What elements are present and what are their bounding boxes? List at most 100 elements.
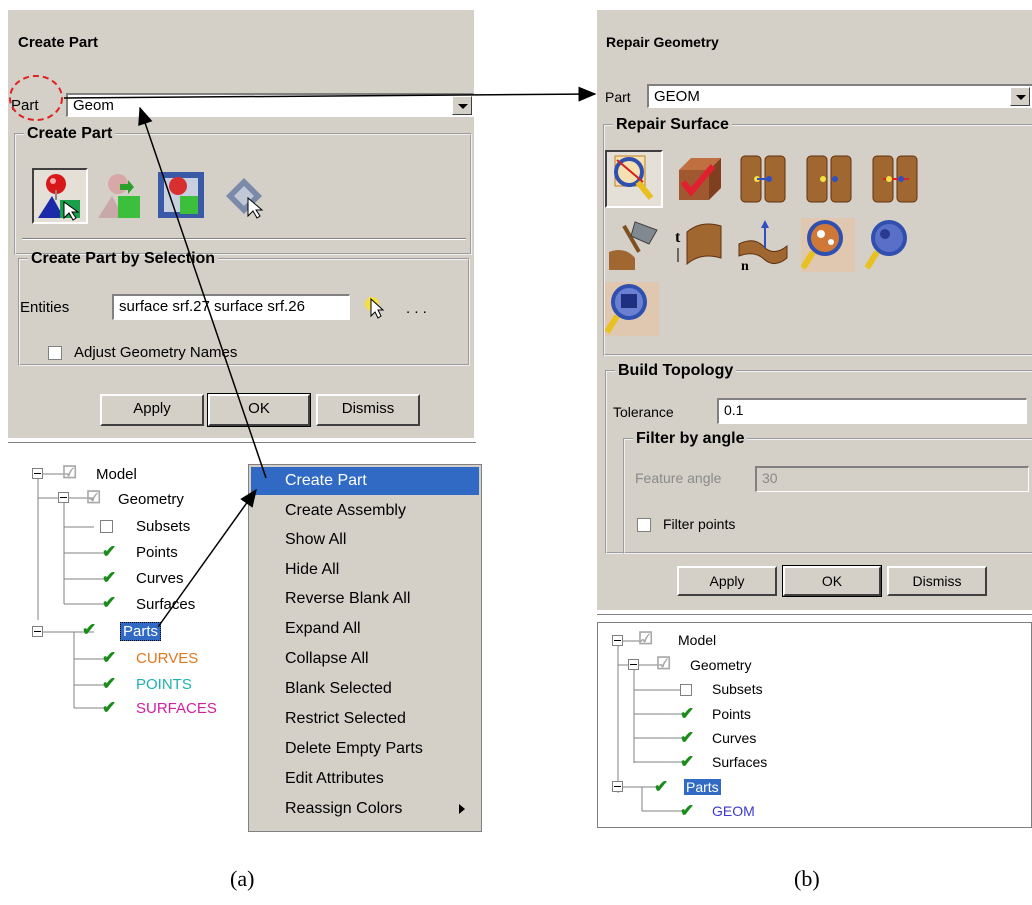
menu-item-show-all[interactable]: Show All bbox=[251, 526, 479, 554]
tree-node-surfaces[interactable]: Surfaces bbox=[712, 754, 767, 770]
menu-item-reassign-colors[interactable]: Reassign Colors bbox=[251, 795, 479, 823]
tree-node-curves[interactable]: Curves bbox=[712, 730, 756, 746]
remove-holes-icon[interactable] bbox=[863, 218, 917, 272]
menu-item-create-assembly[interactable]: Create Assembly bbox=[251, 497, 479, 525]
tree-node-part-curves[interactable]: CURVES bbox=[136, 650, 198, 667]
collapse-geometry-toggle[interactable] bbox=[628, 659, 639, 670]
points-check-icon[interactable]: ✔ bbox=[680, 704, 694, 724]
feature-angle-label: Feature angle bbox=[635, 470, 722, 486]
chevron-down-icon[interactable] bbox=[1010, 87, 1030, 106]
check-geometry-icon[interactable] bbox=[605, 150, 663, 208]
create-part-by-name-icon[interactable] bbox=[94, 170, 146, 222]
tree-node-subsets[interactable]: Subsets bbox=[136, 518, 190, 535]
curves-part-check-icon[interactable]: ✔ bbox=[102, 648, 116, 668]
create-part-by-window-icon[interactable] bbox=[156, 170, 208, 222]
geometry-check-icon[interactable]: ☑ bbox=[86, 488, 101, 508]
tree-node-points[interactable]: Points bbox=[712, 706, 751, 722]
reorient-normals-icon[interactable]: n bbox=[735, 218, 789, 274]
tree-node-geometry[interactable]: Geometry bbox=[118, 491, 184, 508]
svg-text:n: n bbox=[741, 259, 749, 272]
points-part-check-icon[interactable]: ✔ bbox=[102, 674, 116, 694]
stitch-edges-icon[interactable] bbox=[803, 152, 857, 206]
tree-lines bbox=[617, 640, 682, 812]
entities-label: Entities bbox=[20, 299, 70, 316]
feature-angle-input[interactable]: 30 bbox=[755, 466, 1029, 492]
menu-item-restrict-selected[interactable]: Restrict Selected bbox=[251, 705, 479, 733]
create-part-move-icon[interactable] bbox=[220, 170, 272, 222]
repair-surface-group-label: Repair Surface bbox=[616, 116, 729, 133]
tolerance-label: Tolerance bbox=[613, 404, 674, 420]
parts-check-icon[interactable]: ✔ bbox=[82, 620, 96, 640]
check-box-geometry-icon[interactable] bbox=[673, 152, 727, 206]
menu-item-delete-empty-parts[interactable]: Delete Empty Parts bbox=[251, 735, 479, 763]
tree-node-part-surfaces[interactable]: SURFACES bbox=[136, 700, 217, 717]
menu-item-reverse-blank-all[interactable]: Reverse Blank All bbox=[251, 585, 479, 613]
collapse-parts-toggle[interactable] bbox=[612, 781, 623, 792]
curves-check-icon[interactable]: ✔ bbox=[680, 728, 694, 748]
entities-input[interactable]: surface srf.27 surface srf.26 bbox=[112, 294, 350, 320]
create-part-group-label: Create Part bbox=[27, 125, 113, 142]
subsets-checkbox[interactable] bbox=[100, 520, 113, 533]
part-select[interactable]: Geom bbox=[66, 93, 474, 117]
collapse-geometry-toggle[interactable] bbox=[58, 492, 69, 503]
dismiss-button[interactable]: Dismiss bbox=[316, 394, 420, 426]
model-check-icon[interactable]: ☑ bbox=[638, 629, 653, 649]
menu-item-blank-selected[interactable]: Blank Selected bbox=[251, 675, 479, 703]
menu-item-create-part[interactable]: Create Part bbox=[251, 467, 479, 495]
split-edge-icon[interactable] bbox=[869, 152, 923, 206]
collapse-model-toggle[interactable] bbox=[32, 468, 43, 479]
find-holes-icon[interactable] bbox=[800, 218, 855, 272]
tree-node-part-geom[interactable]: GEOM bbox=[712, 803, 755, 819]
tree-node-subsets[interactable]: Subsets bbox=[712, 681, 763, 697]
geometry-check-icon[interactable]: ☑ bbox=[656, 654, 671, 674]
tree-node-points[interactable]: Points bbox=[136, 544, 178, 561]
match-edges-icon[interactable] bbox=[737, 152, 791, 206]
ok-button[interactable]: OK bbox=[782, 565, 882, 597]
surfaces-check-icon[interactable]: ✔ bbox=[680, 752, 694, 772]
close-holes-icon[interactable] bbox=[605, 218, 659, 272]
adjust-varying-thickness-icon[interactable]: t bbox=[671, 218, 725, 272]
tree-node-geometry[interactable]: Geometry bbox=[690, 657, 751, 673]
surfaces-part-check-icon[interactable]: ✔ bbox=[102, 698, 116, 718]
select-cursor-icon[interactable] bbox=[362, 294, 390, 320]
menu-item-hide-all[interactable]: Hide All bbox=[251, 556, 479, 584]
model-tree: ☑ Model ☑ Geometry Subsets ✔ Points ✔ Cu… bbox=[597, 622, 1032, 828]
menu-item-expand-all[interactable]: Expand All bbox=[251, 615, 479, 643]
apply-button[interactable]: Apply bbox=[677, 566, 777, 596]
create-part-by-selection-icon[interactable] bbox=[32, 168, 88, 224]
subsets-checkbox[interactable] bbox=[680, 684, 692, 696]
chevron-down-icon[interactable] bbox=[452, 96, 472, 115]
tree-node-model[interactable]: Model bbox=[96, 466, 137, 483]
menu-item-edit-attributes[interactable]: Edit Attributes bbox=[251, 765, 479, 793]
part-select[interactable]: GEOM bbox=[647, 84, 1032, 108]
tree-node-parts[interactable]: Parts bbox=[684, 779, 721, 795]
submenu-arrow-icon bbox=[459, 804, 465, 814]
part-select-value: GEOM bbox=[654, 88, 700, 105]
tree-node-curves[interactable]: Curves bbox=[136, 570, 184, 587]
separator bbox=[22, 238, 466, 240]
curves-check-icon[interactable]: ✔ bbox=[102, 568, 116, 588]
collapse-model-toggle[interactable] bbox=[612, 635, 623, 646]
apply-button[interactable]: Apply bbox=[100, 394, 204, 426]
tree-node-part-points[interactable]: POINTS bbox=[136, 676, 192, 693]
collapse-parts-toggle[interactable] bbox=[32, 626, 43, 637]
ok-button[interactable]: OK bbox=[207, 393, 311, 427]
surfaces-check-icon[interactable]: ✔ bbox=[102, 593, 116, 613]
adjust-geometry-names-label: Adjust Geometry Names bbox=[74, 344, 238, 361]
model-check-icon[interactable]: ☑ bbox=[62, 463, 77, 483]
remove-protrusions-icon[interactable] bbox=[604, 282, 659, 336]
parts-check-icon[interactable]: ✔ bbox=[654, 777, 668, 797]
tolerance-input[interactable]: 0.1 bbox=[717, 398, 1027, 424]
more-options-dots[interactable]: . . . bbox=[406, 300, 427, 317]
filter-points-label: Filter points bbox=[663, 516, 736, 532]
create-part-panel: Create Part Part Geom Create Part Create… bbox=[8, 10, 474, 438]
tree-node-model[interactable]: Model bbox=[678, 632, 716, 648]
tree-node-parts[interactable]: Parts bbox=[120, 622, 162, 641]
points-check-icon[interactable]: ✔ bbox=[102, 542, 116, 562]
filter-points-checkbox[interactable] bbox=[637, 518, 651, 532]
geom-part-check-icon[interactable]: ✔ bbox=[680, 801, 694, 821]
tree-node-surfaces[interactable]: Surfaces bbox=[136, 596, 195, 613]
adjust-geometry-names-checkbox[interactable] bbox=[48, 346, 62, 360]
dismiss-button[interactable]: Dismiss bbox=[887, 566, 987, 596]
menu-item-collapse-all[interactable]: Collapse All bbox=[251, 645, 479, 673]
